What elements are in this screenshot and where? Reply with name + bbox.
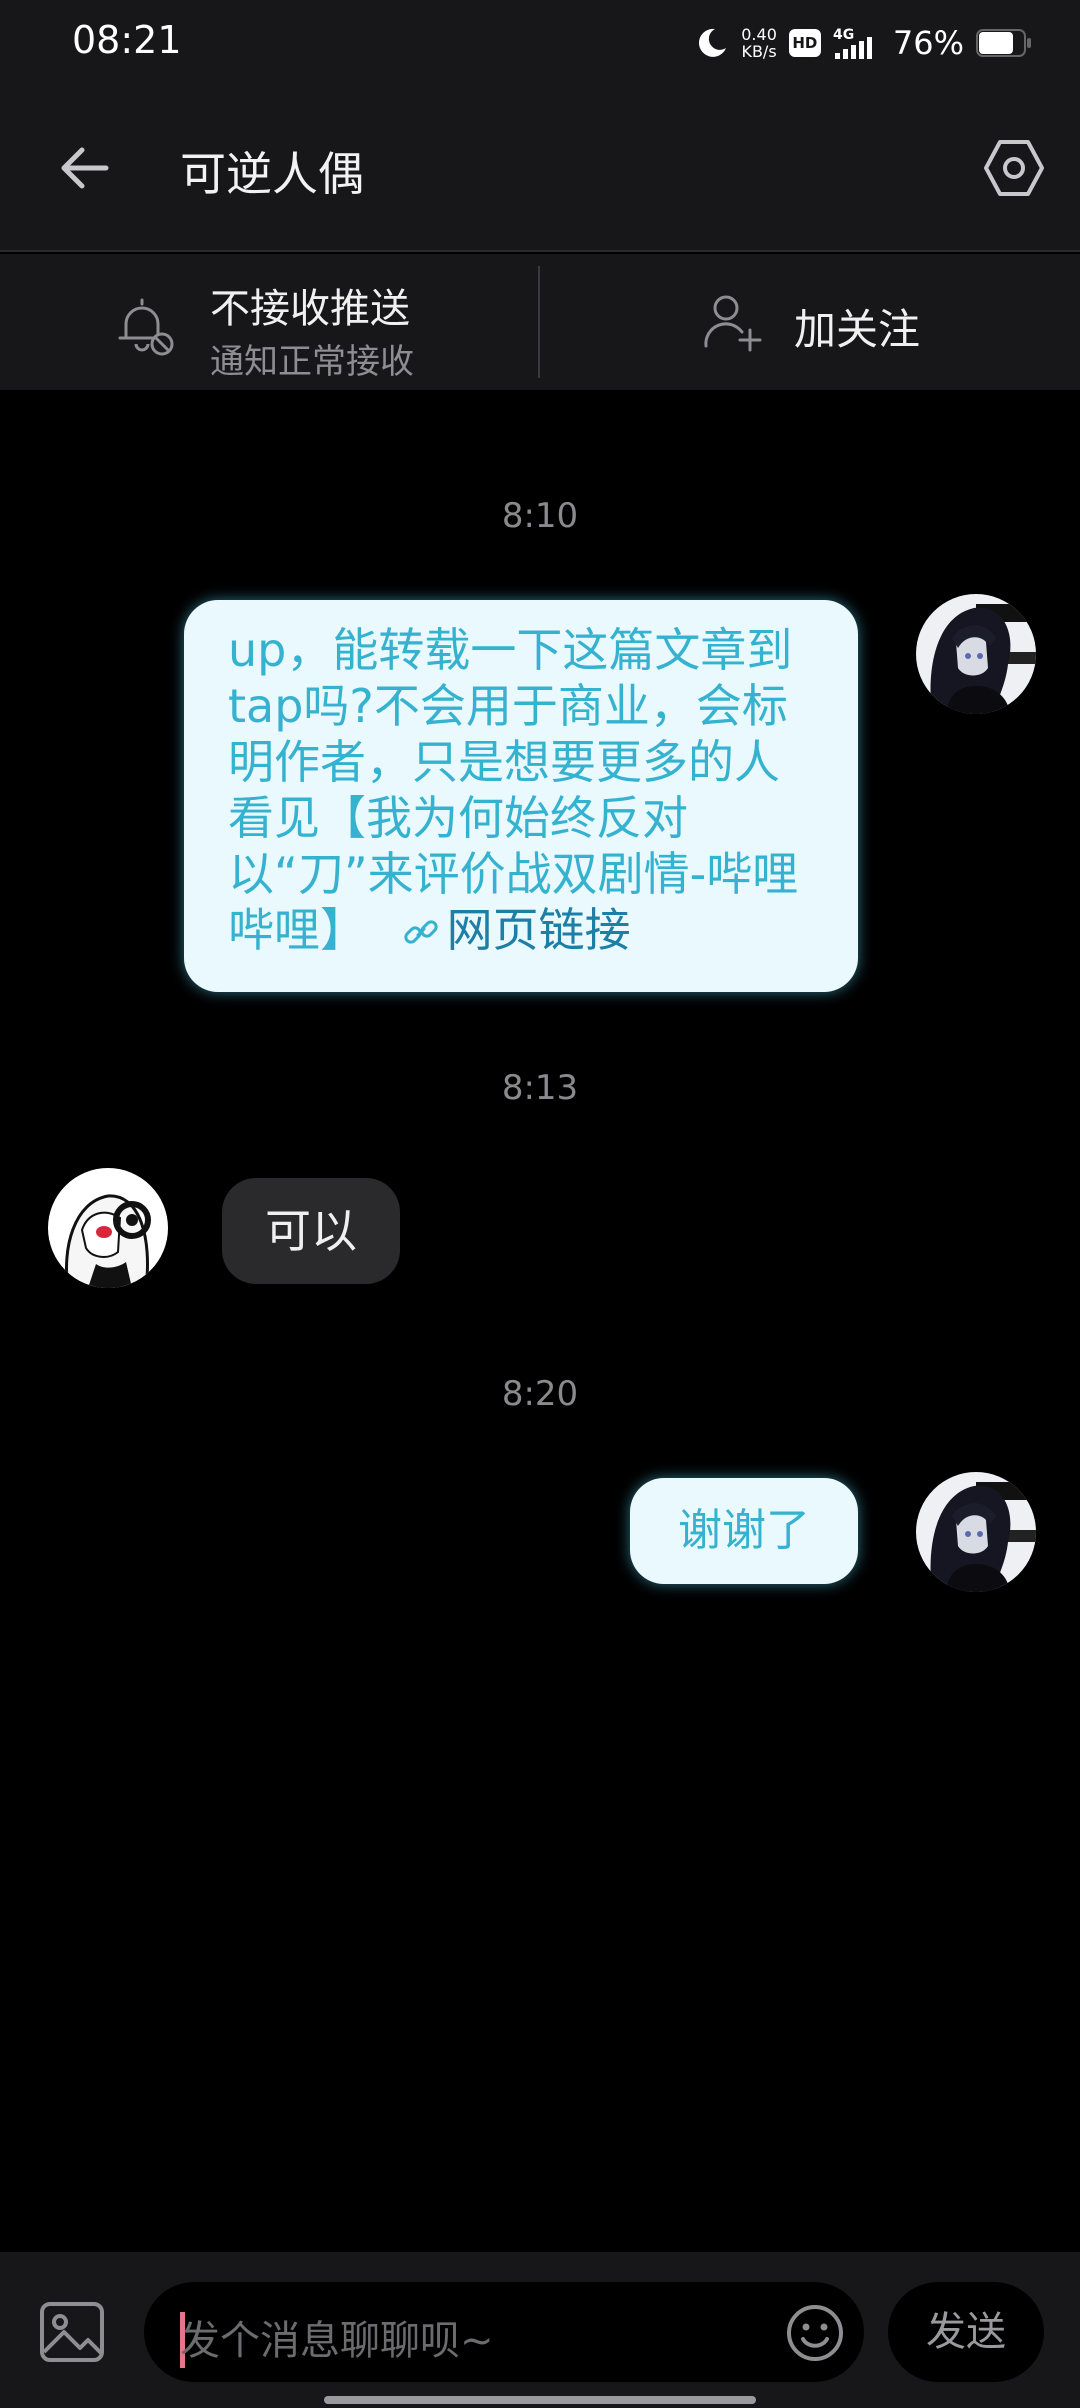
message-timestamp: 8:10 xyxy=(501,496,579,536)
status-icons: 0.40 KB/s HD 4G 76% xyxy=(695,20,1032,66)
bell-off-icon xyxy=(114,294,178,358)
my-avatar[interactable] xyxy=(916,1472,1036,1592)
settings-button[interactable] xyxy=(978,132,1050,204)
send-button[interactable]: 发送 xyxy=(888,2282,1044,2382)
emoji-button[interactable] xyxy=(784,2302,846,2364)
home-indicator xyxy=(324,2396,756,2404)
hd-badge: HD xyxy=(788,29,821,57)
svg-text:4G: 4G xyxy=(833,27,854,43)
chain-link-icon xyxy=(404,920,438,944)
net-speed: 0.40 KB/s xyxy=(741,25,777,61)
push-title: 不接收推送 xyxy=(210,286,410,332)
contact-avatar[interactable] xyxy=(48,1168,168,1288)
status-bar: 08:21 0.40 KB/s HD 4G 76% xyxy=(0,0,1080,84)
subscription-bar: 不接收推送 通知正常接收 加关注 xyxy=(0,254,1080,390)
status-time: 08:21 xyxy=(72,18,182,62)
outgoing-message-bubble[interactable]: 谢谢了 xyxy=(630,1478,858,1584)
signal-icon: 4G xyxy=(833,27,872,59)
moon-icon xyxy=(699,28,727,57)
input-placeholder: 发个消息聊聊呗~ xyxy=(180,2318,494,2364)
image-icon xyxy=(40,2302,104,2362)
my-avatar[interactable] xyxy=(916,594,1036,714)
incoming-message-bubble[interactable]: 可以 xyxy=(222,1178,400,1284)
web-link[interactable]: 网页链接 xyxy=(381,903,631,957)
add-person-icon xyxy=(700,290,764,354)
hexagon-settings-icon xyxy=(984,140,1044,196)
battery-icon xyxy=(976,29,1031,57)
message-input[interactable]: 发个消息聊聊呗~ xyxy=(144,2282,864,2382)
outgoing-message-bubble[interactable]: up，能转载一下这篇文章到tap吗?不会用于商业，会标明作者，只是想要更多的人看… xyxy=(184,600,858,992)
smiley-icon xyxy=(787,2305,843,2361)
message-timestamp: 8:20 xyxy=(501,1374,579,1414)
image-button[interactable] xyxy=(36,2296,108,2368)
follow-button[interactable]: 加关注 xyxy=(540,254,1080,390)
chat-header: 可逆人偶 xyxy=(0,84,1080,252)
page-title: 可逆人偶 xyxy=(180,147,364,201)
chat-screen: 08:21 0.40 KB/s HD 4G 76% 可逆人偶 不接收推送 通知正… xyxy=(0,0,1080,2408)
push-subtitle: 通知正常接收 xyxy=(210,342,414,382)
message-timestamp: 8:13 xyxy=(501,1068,579,1108)
input-bar: 发个消息聊聊呗~ 发送 xyxy=(0,2252,1080,2408)
back-button[interactable] xyxy=(48,132,120,204)
follow-label: 加关注 xyxy=(794,305,921,354)
arrow-left-icon xyxy=(61,147,109,189)
battery-percent: 76% xyxy=(892,24,964,62)
push-toggle[interactable]: 不接收推送 通知正常接收 xyxy=(0,254,538,390)
